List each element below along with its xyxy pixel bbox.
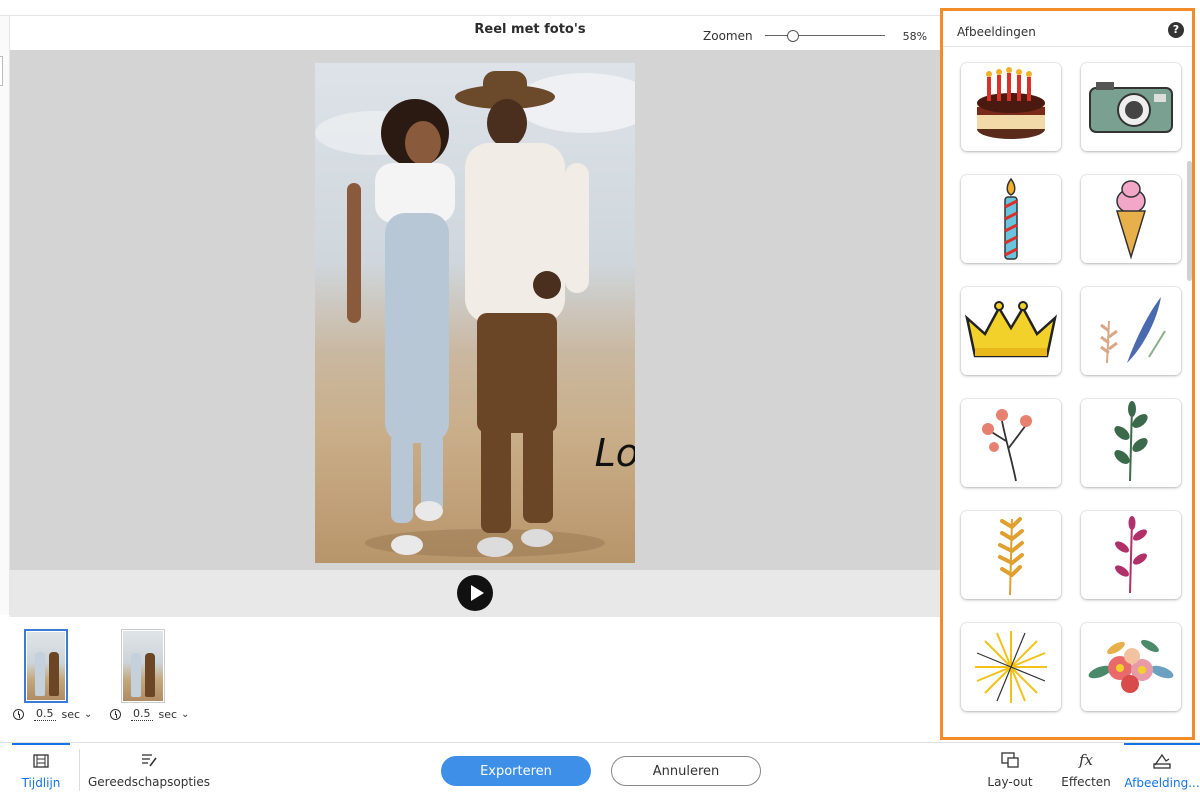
tab-effects-label: Effecten [1061, 774, 1111, 789]
images-panel: Afbeeldingen ? [940, 8, 1195, 740]
chevron-down-icon[interactable]: ⌄ [84, 709, 92, 720]
zoom-value: 58% [902, 29, 928, 43]
yellow-wheat-icon [998, 517, 1024, 596]
playback-bar [10, 570, 940, 617]
green-leaf-icon [1114, 401, 1148, 482]
help-icon[interactable]: ? [1168, 22, 1184, 38]
panel-title: Afbeeldingen [957, 25, 1036, 39]
berry-branch-icon [982, 409, 1032, 482]
sticker-berry-branch[interactable] [961, 399, 1061, 487]
cancel-button[interactable]: Annuleren [611, 756, 761, 786]
candle-icon [1004, 177, 1018, 260]
frame-thumbnail [123, 631, 163, 701]
sticker-fireworks[interactable] [961, 623, 1061, 711]
chevron-down-icon[interactable]: ⌄ [181, 709, 189, 720]
feather-leaves-icon [1100, 297, 1166, 364]
duration-unit: sec [61, 707, 81, 721]
fireworks-icon [975, 631, 1047, 703]
page-title: Reel met foto's [474, 22, 586, 37]
sticker-camera[interactable] [1081, 63, 1181, 151]
preview-stage: Lo [10, 50, 940, 570]
tab-timeline-label: Tijdlijn [21, 775, 61, 790]
crown-icon [964, 301, 1058, 358]
film-strip-icon [33, 752, 49, 770]
zoom-slider[interactable] [764, 28, 885, 44]
layout-icon [1001, 751, 1019, 769]
timeline-frame[interactable] [121, 629, 165, 703]
tab-layout[interactable]: Lay-out [985, 743, 1035, 795]
photo-illustration [315, 71, 635, 557]
clock-icon [110, 708, 121, 720]
tab-layout-label: Lay-out [987, 774, 1033, 789]
sticker-yellow-wheat[interactable] [961, 511, 1061, 599]
frame-thumbnail [27, 632, 65, 700]
left-panel-handle[interactable] [0, 56, 3, 86]
tab-effects[interactable]: fx Effecten [1058, 743, 1114, 795]
sticker-candle[interactable] [961, 175, 1061, 263]
left-edge-strip [0, 15, 10, 615]
tab-images[interactable]: Afbeelding... [1124, 743, 1200, 795]
birthday-cake-icon [977, 67, 1045, 139]
app-window: Reel met foto's Zoomen 58% Lo 0.5 sec ⌄ … [0, 0, 1200, 795]
duration-value[interactable]: 0.5 [131, 707, 153, 721]
bottom-toolbar: Tijdlijn Gereedschapsopties Exporteren A… [0, 742, 1200, 795]
sticker-crown[interactable] [961, 287, 1061, 375]
flower-bouquet-icon [1088, 639, 1174, 693]
toolbar-divider [79, 749, 80, 791]
duration-unit: sec [158, 707, 178, 721]
sticker-birthday-cake[interactable] [961, 63, 1061, 151]
pink-branch-icon [1115, 516, 1147, 594]
duration-value[interactable]: 0.5 [34, 707, 56, 721]
zoom-slider-handle[interactable] [786, 30, 799, 42]
export-button[interactable]: Exporteren [441, 756, 591, 786]
zoom-control: Zoomen 58% [703, 28, 927, 44]
zoom-label: Zoomen [703, 29, 753, 43]
sticker-flower-bouquet[interactable] [1081, 623, 1181, 711]
sticker-green-leaf[interactable] [1081, 399, 1181, 487]
couple-photo[interactable]: Lo [315, 63, 635, 563]
tab-timeline[interactable]: Tijdlijn [12, 743, 70, 795]
clock-icon [13, 708, 24, 720]
timeline-frame[interactable] [24, 629, 68, 703]
panel-scrollbar[interactable] [1187, 161, 1192, 281]
tool-options-icon [141, 751, 157, 769]
camera-icon [1089, 82, 1173, 133]
sticker-feather-leaves[interactable] [1081, 287, 1181, 375]
tab-tool-options[interactable]: Gereedschapsopties [88, 743, 210, 795]
frame-duration[interactable]: 0.5 sec ⌄ [110, 707, 189, 721]
panel-header: Afbeeldingen ? [943, 11, 1192, 47]
header-divider [0, 15, 940, 16]
fx-icon: fx [1078, 750, 1093, 769]
tab-tool-options-label: Gereedschapsopties [87, 774, 211, 789]
frame-duration[interactable]: 0.5 sec ⌄ [13, 707, 92, 721]
play-icon[interactable] [457, 575, 493, 611]
ice-cream-icon [1115, 180, 1147, 260]
zoom-slider-track [764, 35, 885, 36]
timeline-strip: 0.5 sec ⌄ 0.5 sec ⌄ [10, 617, 940, 742]
sticker-ice-cream[interactable] [1081, 175, 1181, 263]
overlay-text[interactable]: Lo [595, 431, 635, 475]
sticker-pink-branch[interactable] [1081, 511, 1181, 599]
sticker-icon [1153, 752, 1171, 770]
tab-images-label: Afbeelding... [1124, 775, 1200, 790]
